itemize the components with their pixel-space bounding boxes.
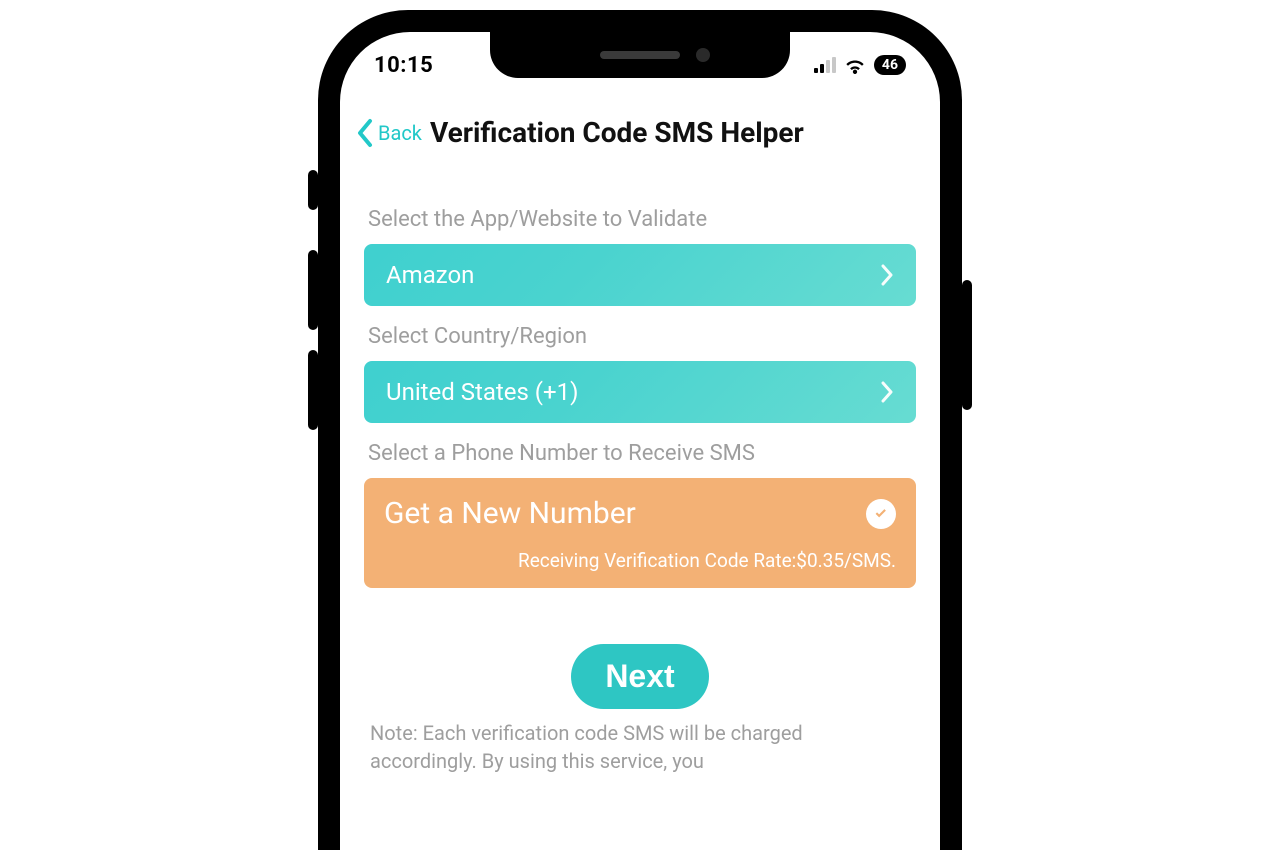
next-button[interactable]: Next <box>571 644 708 709</box>
phone-volume-down <box>308 350 318 430</box>
app-selector[interactable]: Amazon <box>364 244 916 306</box>
app-selector-value: Amazon <box>386 261 474 289</box>
check-circle-icon <box>866 499 896 529</box>
back-button[interactable]: Back <box>356 117 422 149</box>
chevron-right-icon <box>880 381 894 403</box>
phone-silence-switch <box>308 170 318 210</box>
wifi-icon <box>844 56 866 74</box>
label-select-app: Select the App/Website to Validate <box>368 207 912 232</box>
cellular-signal-icon <box>814 57 836 73</box>
label-select-country: Select Country/Region <box>368 324 912 349</box>
battery-indicator: 46 <box>874 55 906 75</box>
nav-bar: Back Verification Code SMS Helper <box>340 88 940 165</box>
status-time: 10:15 <box>374 53 433 78</box>
chevron-left-icon <box>356 117 376 149</box>
option-title: Get a New Number <box>384 496 636 531</box>
content: Select the App/Website to Validate Amazo… <box>340 165 940 775</box>
country-selector-value: United States (+1) <box>386 378 578 406</box>
get-new-number-option[interactable]: Get a New Number Receiving Verification … <box>364 478 916 588</box>
phone-speaker <box>600 51 680 59</box>
chevron-right-icon <box>880 264 894 286</box>
label-select-phone: Select a Phone Number to Receive SMS <box>368 441 912 466</box>
canvas: 10:15 46 Back <box>0 0 1280 850</box>
option-subtitle: Receiving Verification Code Rate:$0.35/S… <box>384 531 896 572</box>
phone-power-button <box>962 280 972 410</box>
status-right: 46 <box>814 55 906 75</box>
phone-frame: 10:15 46 Back <box>318 10 962 850</box>
phone-screen: 10:15 46 Back <box>340 32 940 850</box>
page-title: Verification Code SMS Helper <box>430 116 804 149</box>
phone-camera <box>696 48 710 62</box>
phone-volume-up <box>308 250 318 330</box>
note-text: Note: Each verification code SMS will be… <box>364 709 916 775</box>
phone-notch <box>490 32 790 78</box>
country-selector[interactable]: United States (+1) <box>364 361 916 423</box>
back-label: Back <box>378 121 422 145</box>
